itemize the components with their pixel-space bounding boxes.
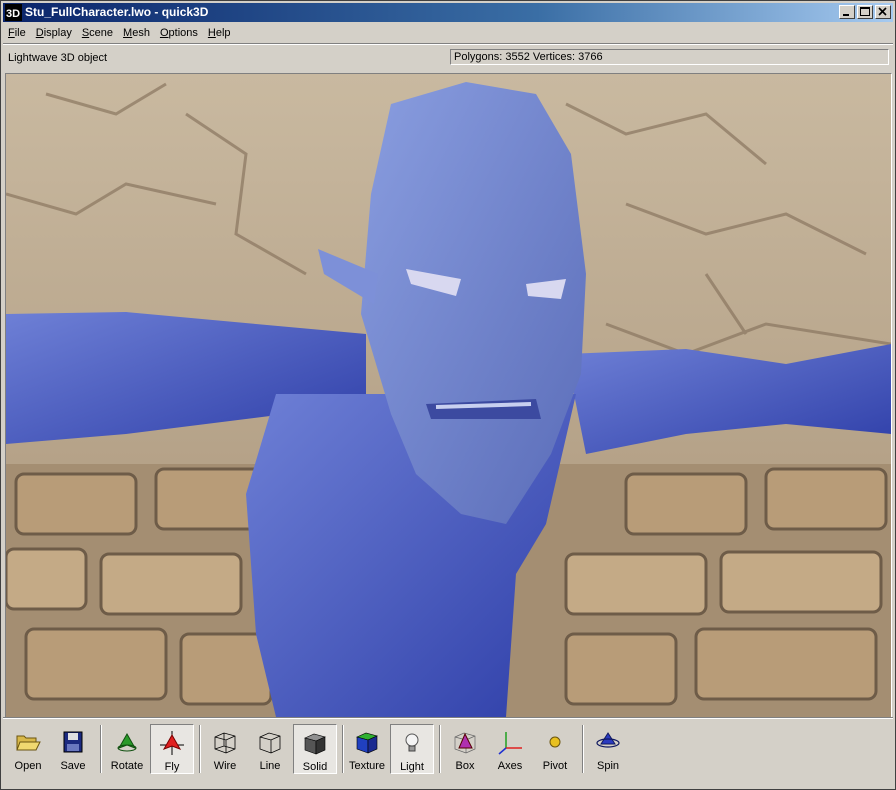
rotate-icon	[117, 732, 137, 752]
light-button[interactable]: Light	[390, 724, 434, 774]
window-title: Stu_FullCharacter.lwo - quick3D	[25, 5, 209, 19]
menu-mesh-mnemonic: M	[123, 27, 133, 39]
menu-options[interactable]: Options	[155, 24, 203, 43]
close-button[interactable]	[875, 5, 891, 19]
menu-help-mnemonic: H	[207, 27, 216, 39]
fly-icon	[160, 731, 184, 755]
menu-scene-label: cene	[89, 27, 114, 39]
line-label: Line	[259, 760, 281, 772]
svg-text:3D: 3D	[6, 8, 20, 20]
menu-file[interactable]: File	[3, 24, 31, 43]
toolbar-divider	[342, 725, 344, 773]
fly-label: Fly	[164, 761, 180, 773]
pivot-label: Pivot	[542, 760, 568, 772]
solid-button[interactable]: Solid	[293, 724, 337, 774]
texture-button[interactable]: Texture	[345, 724, 389, 774]
menu-options-label: ptions	[168, 27, 198, 39]
box-button[interactable]: Box	[443, 724, 487, 774]
pivot-point-icon	[549, 736, 561, 748]
maximize-button[interactable]	[857, 5, 873, 19]
close-icon	[878, 7, 887, 16]
axes-label: Axes	[497, 760, 523, 772]
menu-separator	[3, 43, 893, 45]
line-button[interactable]: Line	[248, 724, 292, 774]
scene-render	[6, 74, 891, 717]
window-controls	[837, 5, 891, 20]
menu-file-label: ile	[14, 27, 26, 39]
info-bar: Lightwave 3D object Polygons: 3552 Verti…	[3, 46, 893, 70]
title-bar[interactable]: 3D Stu_FullCharacter.lwo - quick3D	[3, 3, 893, 22]
rotate-button[interactable]: Rotate	[105, 724, 149, 774]
bottom-toolbar: Open Save Rotate Fly Wire Line Solid Tex…	[3, 719, 893, 787]
menu-mesh[interactable]: Mesh	[118, 24, 155, 43]
menu-help-label: elp	[215, 27, 231, 39]
open-label: Open	[14, 760, 42, 772]
menu-scene[interactable]: Scene	[77, 24, 118, 43]
save-label: Save	[60, 760, 86, 772]
wire-label: Wire	[213, 760, 237, 772]
folder-open-icon	[16, 735, 41, 751]
wire-button[interactable]: Wire	[203, 724, 247, 774]
menu-mesh-label: esh	[132, 27, 150, 39]
menu-help[interactable]: Help	[203, 24, 236, 43]
fly-button[interactable]: Fly	[150, 724, 194, 774]
rotate-label: Rotate	[110, 760, 144, 772]
app-window: 3D Stu_FullCharacter.lwo - quick3D File …	[0, 0, 896, 790]
menu-display-mnemonic: D	[35, 27, 44, 39]
toolbar-divider	[199, 725, 201, 773]
solid-label: Solid	[302, 761, 328, 773]
axes-button[interactable]: Axes	[488, 724, 532, 774]
menu-options-mnemonic: O	[159, 27, 169, 39]
mesh-stats-panel: Polygons: 3552 Vertices: 3766	[450, 49, 889, 65]
maximize-icon	[860, 7, 870, 16]
axes-icon	[498, 732, 522, 755]
bounding-box-icon	[454, 732, 476, 754]
menu-bar: File Display Scene Mesh Options Help	[3, 24, 893, 43]
spin-button[interactable]: Spin	[586, 724, 630, 774]
file-type-label: Lightwave 3D object	[8, 52, 108, 64]
save-button[interactable]: Save	[51, 724, 95, 774]
menu-display-label: isplay	[43, 27, 72, 39]
toolbar-divider	[100, 725, 102, 773]
toolbar-divider	[439, 725, 441, 773]
pivot-button[interactable]: Pivot	[533, 724, 577, 774]
wireframe-cube-icon	[214, 732, 236, 754]
mesh-stats-label: Polygons: 3552 Vertices: 3766	[454, 51, 603, 63]
lightbulb-icon	[405, 733, 419, 752]
floppy-disk-icon	[63, 731, 83, 753]
toolbar-divider	[582, 725, 584, 773]
light-label: Light	[400, 761, 424, 773]
3d-viewport[interactable]	[5, 73, 892, 718]
box-label: Box	[455, 760, 475, 772]
texture-label: Texture	[348, 760, 386, 772]
solid-cube-icon	[304, 733, 326, 755]
menu-display[interactable]: Display	[31, 24, 77, 43]
quick3d-app-icon: 3D	[5, 4, 22, 21]
spin-label: Spin	[596, 760, 620, 772]
menu-file-mnemonic: F	[8, 27, 15, 39]
minimize-button[interactable]	[839, 5, 855, 19]
open-button[interactable]: Open	[6, 724, 50, 774]
line-cube-icon	[259, 732, 281, 754]
texture-cube-icon	[356, 732, 378, 754]
spin-icon	[596, 732, 620, 748]
minimize-icon	[843, 14, 849, 16]
